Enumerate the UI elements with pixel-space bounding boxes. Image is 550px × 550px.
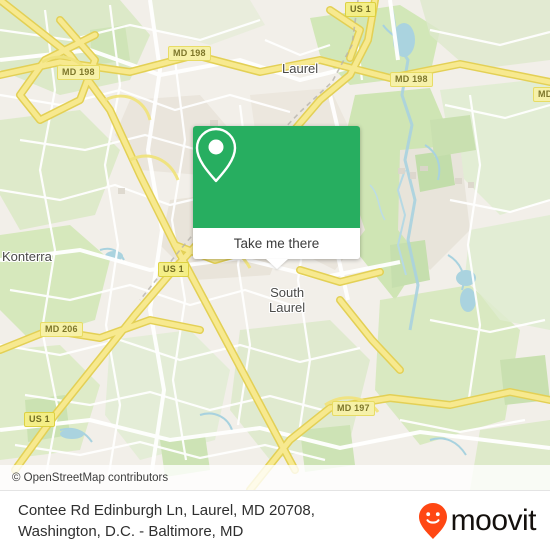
place-label-konterra: Konterra [2, 249, 52, 264]
popup-tail [265, 259, 288, 269]
moovit-wordmark: moovit [450, 503, 537, 537]
moovit-smiley-pin-icon [418, 502, 447, 539]
location-popup[interactable]: Take me there [193, 126, 360, 269]
address-line-1: Contee Rd Edinburgh Ln, Laurel, MD 20708… [18, 501, 315, 519]
address-line-2: Washington, D.C. - Baltimore, MD [18, 522, 244, 540]
take-me-there-button[interactable]: Take me there [193, 228, 360, 259]
road-shield-us-1-south: US 1 [24, 412, 55, 427]
place-label-laurel: Laurel [282, 61, 319, 76]
road-shield-md-198-east: MD 198 [390, 72, 433, 87]
attribution-text: © OpenStreetMap contributors [12, 471, 169, 484]
road-shield-md-198-west: MD 198 [57, 65, 100, 80]
map-screenshot: US 1 MD 198 MD 198 MD 198 MD US 1 MD 206… [0, 0, 550, 550]
map-pin-icon [195, 127, 237, 183]
road-shield-us-1-mid: US 1 [158, 262, 189, 277]
map-attribution-bar: © OpenStreetMap contributors [0, 465, 550, 490]
road-shield-md-east-edge: MD [533, 87, 550, 102]
road-shield-md-197: MD 197 [332, 401, 375, 416]
road-shield-us-1-north: US 1 [345, 2, 376, 17]
take-me-there-label: Take me there [233, 236, 320, 251]
popup-header [193, 126, 360, 228]
footer-bar: Contee Rd Edinburgh Ln, Laurel, MD 20708… [0, 490, 550, 550]
place-label-south-laurel: South Laurel [269, 285, 306, 315]
road-shield-md-206: MD 206 [40, 322, 83, 337]
map-canvas[interactable]: US 1 MD 198 MD 198 MD 198 MD US 1 MD 206… [0, 0, 550, 490]
address-block: Contee Rd Edinburgh Ln, Laurel, MD 20708… [18, 500, 315, 542]
road-shield-md-198-center: MD 198 [168, 46, 211, 61]
moovit-brand[interactable]: moovit [418, 502, 537, 540]
